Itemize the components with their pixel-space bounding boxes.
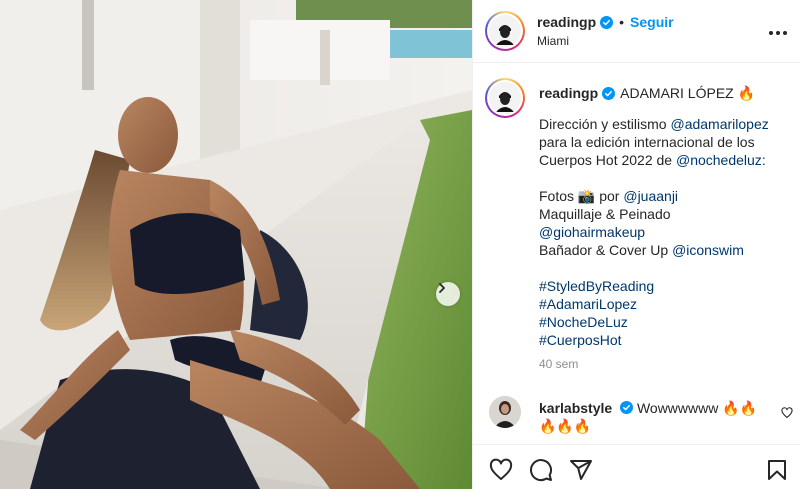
post-photo-scene	[0, 0, 472, 489]
caption-line-text: Fotos 📸 por	[539, 188, 624, 204]
comment-like-heart-icon[interactable]	[781, 406, 793, 424]
avatar-image	[491, 17, 519, 45]
post-side-panel: readingp • Seguir Miami readingp ADAMARI…	[472, 0, 800, 489]
post-header: readingp • Seguir Miami	[485, 11, 793, 51]
caption-avatar[interactable]	[485, 78, 525, 118]
caption-avatar-image	[491, 84, 519, 112]
verified-badge-icon	[600, 15, 614, 29]
bookmark-icon[interactable]	[765, 458, 789, 482]
verified-badge-icon	[620, 401, 634, 414]
avatar[interactable]	[485, 11, 525, 51]
post-photo[interactable]	[0, 0, 472, 489]
caption-line-text: para la edición internacional de los	[539, 134, 755, 150]
post-actions-bar	[473, 444, 800, 489]
caption-line-text: :	[761, 152, 766, 168]
caption-username[interactable]: readingp	[539, 84, 598, 102]
comment-avatar[interactable]	[489, 396, 521, 428]
hashtag-link[interactable]: #NocheDeLuz	[539, 314, 628, 330]
post-location[interactable]: Miami	[537, 34, 674, 48]
post-caption: readingp ADAMARI LÓPEZ 🔥 Dirección y est…	[485, 78, 793, 373]
caption-title: ADAMARI LÓPEZ 🔥	[620, 85, 756, 101]
comment-username[interactable]: karlabstyle	[539, 400, 612, 416]
heart-icon[interactable]	[489, 458, 513, 482]
mention-link[interactable]: @iconswim	[672, 242, 744, 258]
post-author-username[interactable]: readingp	[537, 14, 596, 30]
separator-dot: •	[619, 14, 625, 30]
comment-icon[interactable]	[529, 458, 553, 482]
comment-item: karlabstyle Wowwwwww 🔥🔥🔥🔥🔥	[489, 396, 793, 435]
share-icon[interactable]	[569, 458, 593, 482]
hashtag-link[interactable]: #AdamariLopez	[539, 296, 637, 312]
next-photo-button[interactable]	[436, 282, 460, 306]
mention-link[interactable]: @adamarilopez	[670, 116, 768, 132]
verified-badge-icon	[602, 86, 616, 100]
mention-link[interactable]: @giohairmakeup	[539, 224, 645, 240]
more-options-icon[interactable]	[769, 31, 787, 35]
caption-line-text: Dirección y estilismo	[539, 116, 671, 132]
mention-link[interactable]: @nochedeluz	[676, 152, 762, 168]
caption-line-text: Cuerpos Hot 2022 de	[539, 152, 676, 168]
follow-button[interactable]: Seguir	[630, 14, 674, 30]
caption-line-text: Bañador & Cover Up	[539, 242, 673, 258]
mention-link[interactable]: @juaanji	[623, 188, 678, 204]
caption-line-text: Maquillaje & Peinado	[539, 206, 671, 222]
comment-avatar-image	[489, 396, 521, 428]
header-divider	[473, 62, 800, 63]
hashtag-link[interactable]: #StyledByReading	[539, 278, 654, 294]
post-timestamp[interactable]: 40 sem	[539, 355, 793, 373]
hashtag-link[interactable]: #CuerposHot	[539, 332, 622, 348]
